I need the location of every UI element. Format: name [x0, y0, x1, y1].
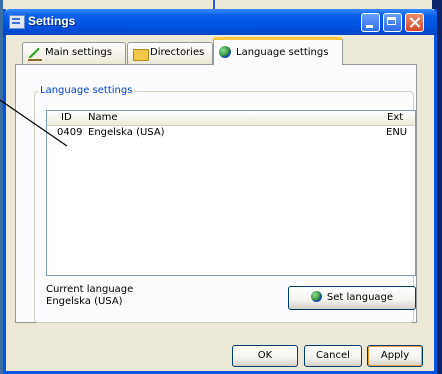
callout-line-segment	[0, 99, 68, 147]
globe-icon	[219, 46, 231, 58]
tab-language-settings[interactable]: Language settings	[213, 37, 343, 65]
tab-label: Language settings	[236, 47, 329, 58]
